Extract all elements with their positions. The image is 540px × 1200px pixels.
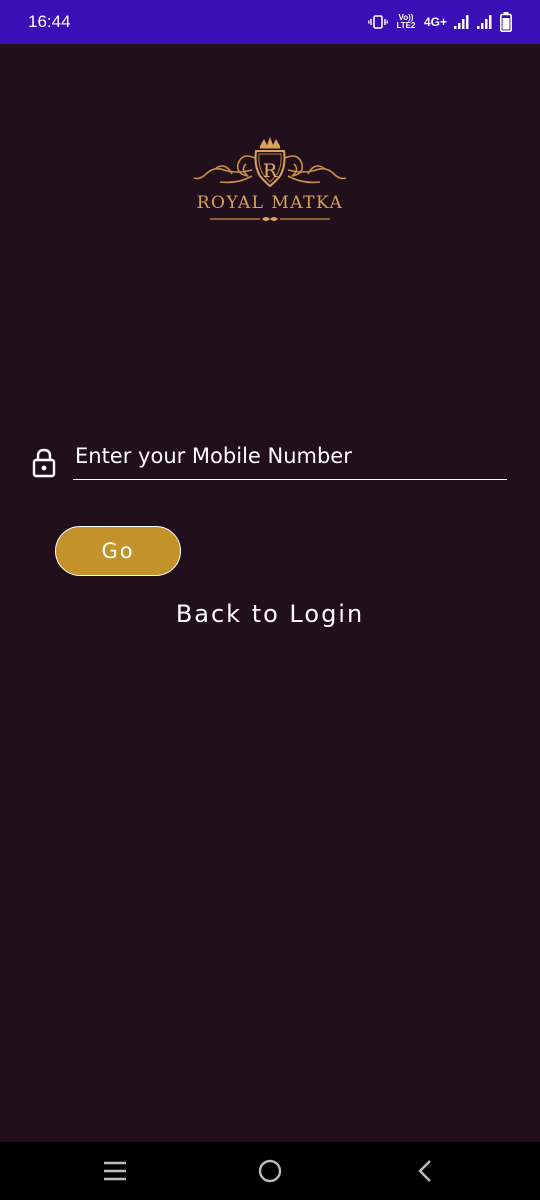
lock-icon	[32, 448, 56, 478]
status-bar: 16:44 Vo)) LTE2 4G+	[0, 0, 540, 44]
recent-apps-icon[interactable]	[99, 1156, 131, 1186]
vibrate-icon	[368, 15, 388, 29]
signal-icon	[477, 15, 493, 29]
volte-badge: Vo)) LTE2	[396, 13, 416, 30]
brand-name: ROYAL MATKA	[196, 193, 344, 213]
status-icons: Vo)) LTE2 4G+	[368, 12, 512, 32]
go-button[interactable]: Go	[55, 526, 181, 576]
royal-matka-logo: R	[180, 136, 360, 228]
battery-icon	[500, 12, 512, 32]
home-icon[interactable]	[254, 1156, 286, 1186]
logo-letter: R	[263, 160, 278, 182]
mobile-number-input[interactable]	[73, 440, 507, 480]
signal-icon	[454, 15, 470, 29]
back-icon[interactable]	[409, 1156, 441, 1186]
network-type: 4G+	[423, 15, 447, 29]
back-to-login-link[interactable]: Back to Login	[0, 600, 540, 628]
crown-icon	[260, 137, 280, 149]
status-time: 16:44	[28, 12, 71, 31]
navigation-bar	[0, 1142, 540, 1200]
